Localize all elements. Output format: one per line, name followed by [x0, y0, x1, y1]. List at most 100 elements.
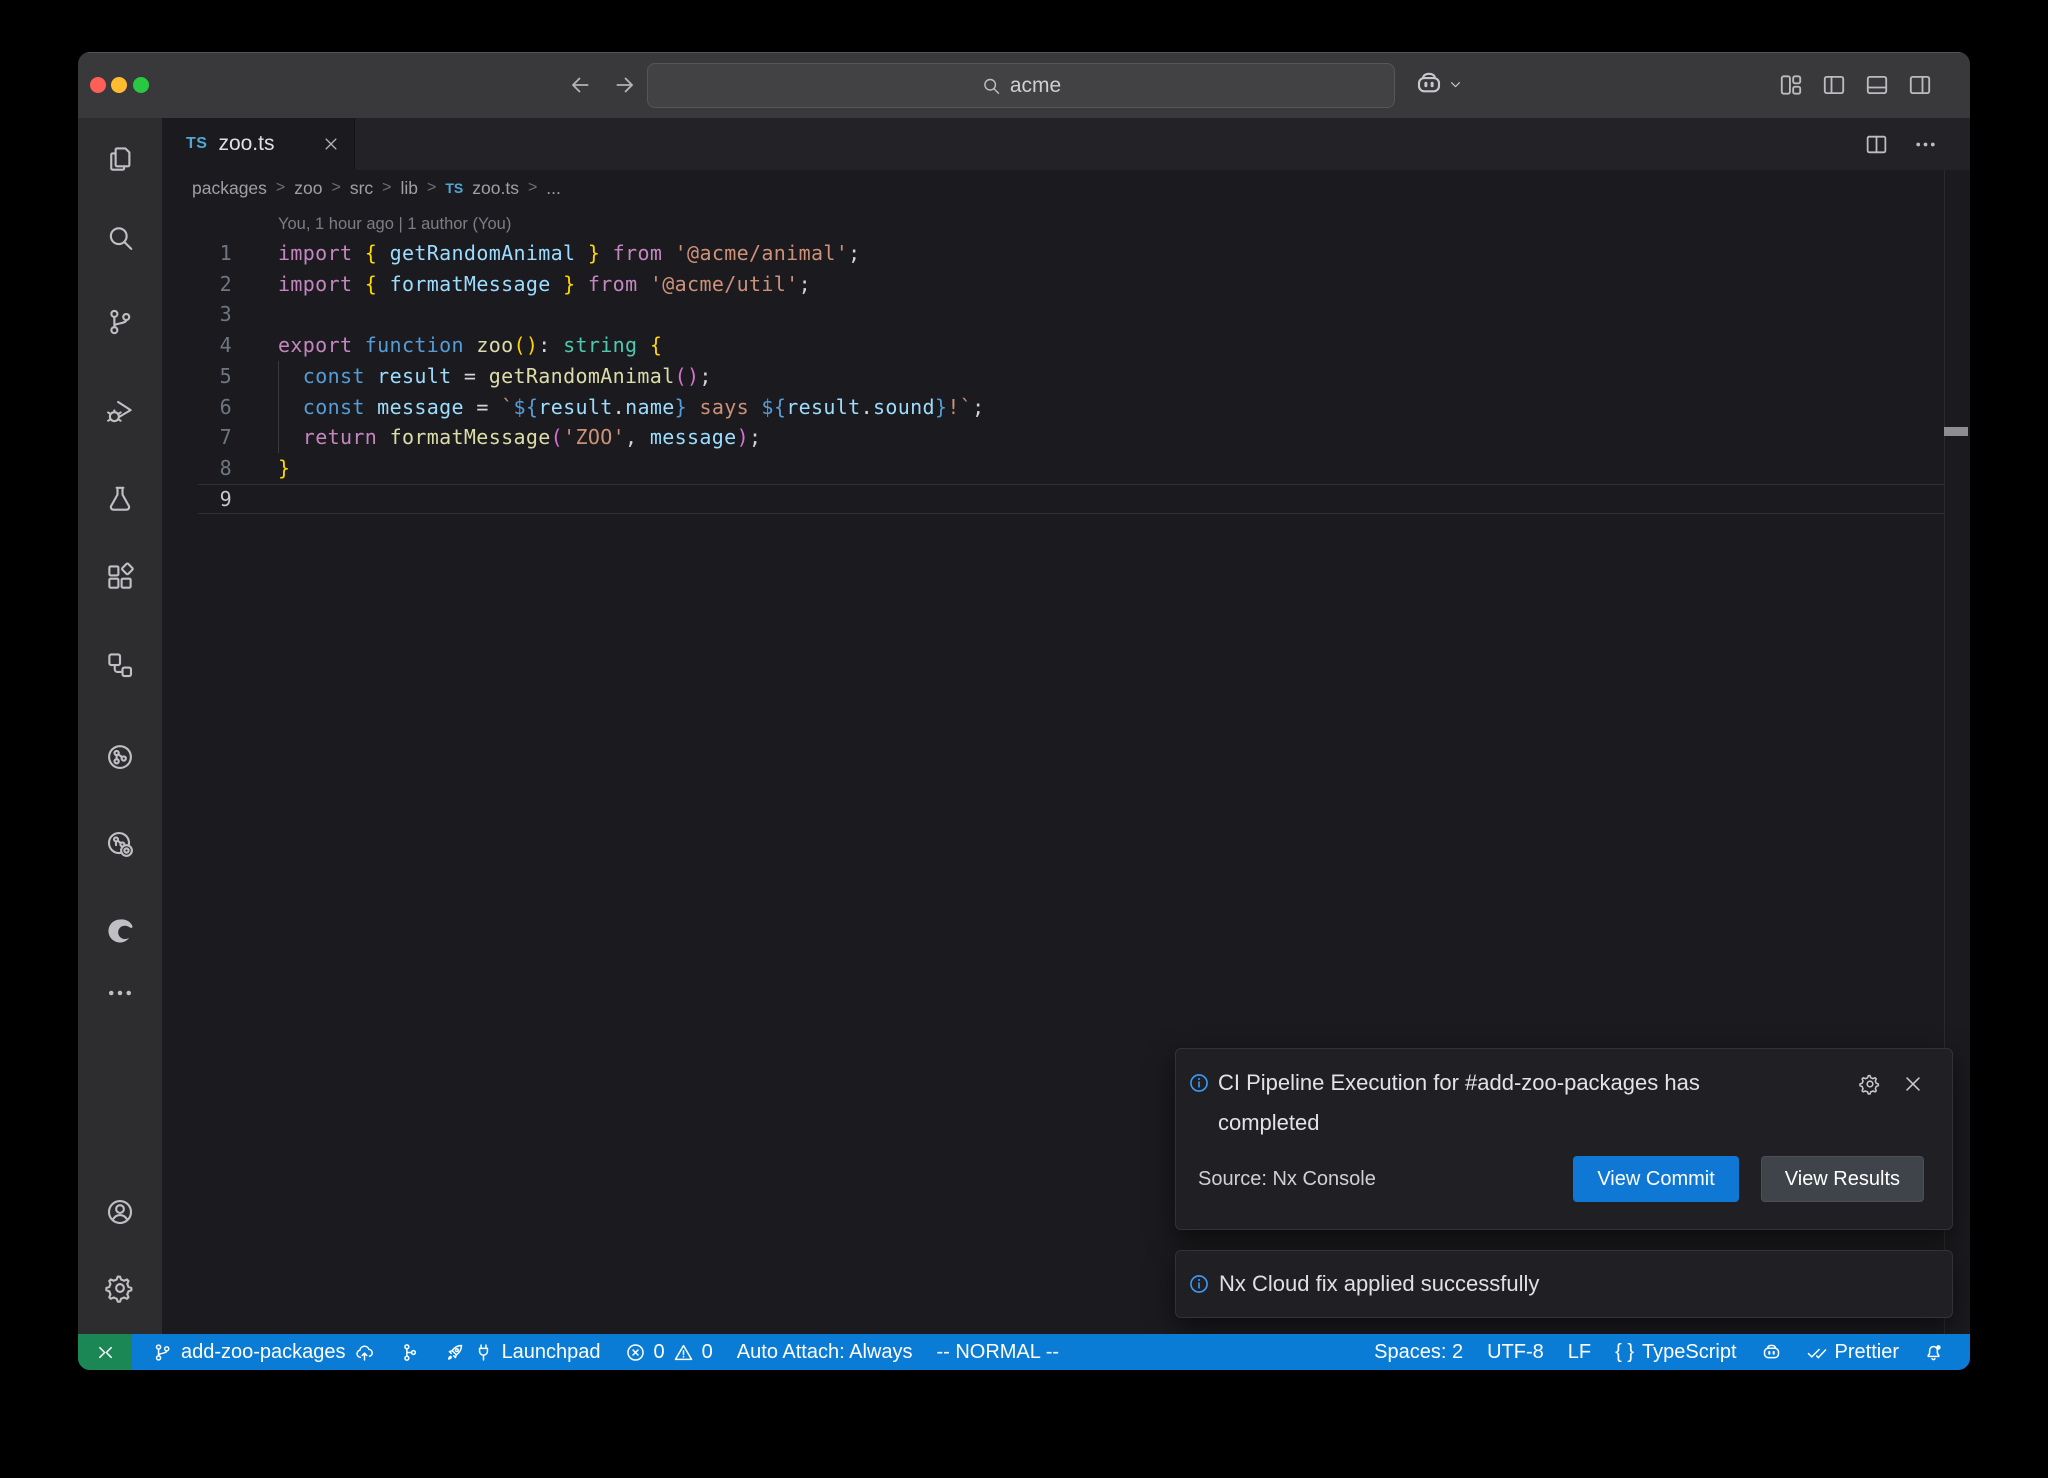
activity-item-search[interactable] [96, 214, 144, 262]
breadcrumb-src[interactable]: src [350, 178, 373, 199]
notification-close-icon[interactable] [1902, 1073, 1924, 1095]
activity-item-nx-console[interactable] [96, 641, 144, 689]
activity-item-nx-project-graph[interactable] [96, 733, 144, 781]
settings-gear-icon [105, 1273, 135, 1303]
git-branch-icon [152, 1342, 173, 1363]
status-formatter[interactable]: Prettier [1794, 1334, 1911, 1370]
code-line-3[interactable]: 3 [162, 299, 1944, 330]
breadcrumb-packages[interactable]: packages [192, 178, 267, 199]
debug-icon [105, 396, 135, 426]
typescript-file-icon: TS [445, 180, 463, 196]
edge-icon [105, 916, 135, 946]
code-line-2[interactable]: 2import { formatMessage } from '@acme/ut… [162, 269, 1944, 300]
layout-customize-icon[interactable] [1778, 72, 1804, 98]
close-tab-icon[interactable] [322, 135, 340, 153]
line-number: 8 [162, 453, 232, 484]
minimize-window-button[interactable] [111, 77, 127, 93]
activity-item-edge-browser[interactable] [96, 907, 144, 955]
nx-cloud-icon [105, 829, 135, 859]
search-icon [105, 223, 135, 253]
view-results-button[interactable]: View Results [1761, 1156, 1924, 1202]
command-center-text: acme [1010, 74, 1061, 98]
code-text: return formatMessage('ZOO', message); [278, 422, 761, 453]
typescript-file-icon: TS [186, 135, 207, 153]
overview-ruler-cursor-mark [1944, 427, 1968, 436]
activity-item-run-and-debug[interactable] [96, 387, 144, 435]
line-number: 2 [162, 269, 232, 300]
status-label: 0 [702, 1341, 713, 1364]
code-text: } [278, 453, 290, 484]
cloud-upload-icon [354, 1342, 375, 1363]
status-vim-mode[interactable]: -- NORMAL -- [924, 1334, 1071, 1370]
activity-item-explorer[interactable] [96, 135, 144, 183]
status-label: Launchpad [502, 1341, 601, 1364]
code-line-1[interactable]: 1 import { getRandomAnimal } from '@acme/… [162, 238, 1944, 269]
status-launchpad[interactable]: Launchpad [432, 1334, 613, 1370]
forward-arrow-icon[interactable] [612, 72, 638, 98]
activity-item-extensions[interactable] [96, 553, 144, 601]
breadcrumb-file[interactable]: zoo.ts [472, 178, 519, 199]
activity-item-nx-cloud[interactable] [96, 820, 144, 868]
status-label: Prettier [1835, 1341, 1899, 1364]
status-language[interactable]: { }TypeScript [1603, 1334, 1748, 1370]
titlebar: acme [78, 52, 1970, 118]
code-line-4[interactable]: 4export function zoo(): string { [162, 330, 1944, 361]
copilot-menu-button[interactable] [1414, 69, 1464, 99]
status-indentation[interactable]: Spaces: 2 [1362, 1334, 1475, 1370]
activity-item-more-views[interactable] [96, 969, 144, 1017]
code-text: const message = `${result.name} says ${r… [278, 392, 985, 423]
breadcrumb-separator: > [276, 179, 285, 197]
command-center-search[interactable]: acme [647, 63, 1395, 108]
tab-title: zoo.ts [218, 132, 274, 156]
panel-right-icon[interactable] [1907, 72, 1933, 98]
panel-left-icon[interactable] [1821, 72, 1847, 98]
view-commit-button[interactable]: View Commit [1573, 1156, 1738, 1202]
status-bar: add-zoo-packages Launchpad 00 Auto Attach: … [78, 1334, 1970, 1370]
activity-item-testing[interactable] [96, 475, 144, 523]
split-editor-icon[interactable] [1864, 132, 1889, 157]
breadcrumb-zoo[interactable]: zoo [294, 178, 322, 199]
files-icon [105, 144, 135, 174]
breadcrumb-lib[interactable]: lib [401, 178, 419, 199]
breadcrumb-overflow[interactable]: ... [546, 178, 561, 199]
status-problems[interactable]: 00 [613, 1334, 725, 1370]
code-text: import { getRandomAnimal } from '@acme/a… [278, 238, 861, 269]
status-remote-indicator[interactable] [78, 1334, 132, 1370]
info-icon [1188, 1273, 1210, 1295]
tab-zoo-ts[interactable]: TS zoo.ts [162, 118, 355, 170]
code-line-7[interactable]: 7 return formatMessage('ZOO', message); [162, 422, 1944, 453]
chevron-down-icon [1447, 76, 1464, 93]
activity-item-source-control[interactable] [96, 298, 144, 346]
status-label: Auto Attach: Always [737, 1341, 913, 1364]
status-git-branch[interactable]: add-zoo-packages [140, 1334, 387, 1370]
back-arrow-icon[interactable] [567, 72, 593, 98]
line-number: 3 [162, 299, 232, 330]
breadcrumb-separator: > [528, 179, 537, 197]
line-number: 6 [162, 392, 232, 423]
status-label: add-zoo-packages [181, 1341, 346, 1364]
status-encoding[interactable]: UTF-8 [1475, 1334, 1556, 1370]
git-graph-icon [399, 1342, 420, 1363]
git-blame-annotation: You, 1 hour ago | 1 author (You) [278, 215, 511, 234]
vscode-window: acme TS zoo.ts packages>zoo>src>lib>TSzo… [78, 52, 1970, 1370]
layout-controls [1778, 72, 1933, 98]
code-line-6[interactable]: 6 const message = `${result.name} says $… [162, 392, 1944, 423]
copilot-icon [1761, 1342, 1782, 1363]
status-copilot[interactable] [1749, 1334, 1794, 1370]
code-line-8[interactable]: 8} [162, 453, 1944, 484]
zoom-window-button[interactable] [133, 77, 149, 93]
status-auto-attach[interactable]: Auto Attach: Always [725, 1334, 925, 1370]
status-eol[interactable]: LF [1556, 1334, 1603, 1370]
status-notifications-bell[interactable] [1911, 1334, 1956, 1370]
activity-item-accounts[interactable] [96, 1188, 144, 1236]
notification-settings-icon[interactable] [1859, 1073, 1881, 1095]
line-number: 1 [162, 238, 232, 269]
status-label: { } [1615, 1341, 1634, 1364]
activity-item-settings[interactable] [96, 1264, 144, 1312]
more-actions-icon[interactable] [1913, 132, 1938, 157]
close-window-button[interactable] [90, 77, 106, 93]
panel-bottom-icon[interactable] [1864, 72, 1890, 98]
plug-icon [473, 1342, 494, 1363]
code-line-5[interactable]: 5 const result = getRandomAnimal(); [162, 361, 1944, 392]
status-git-graph[interactable] [387, 1334, 432, 1370]
